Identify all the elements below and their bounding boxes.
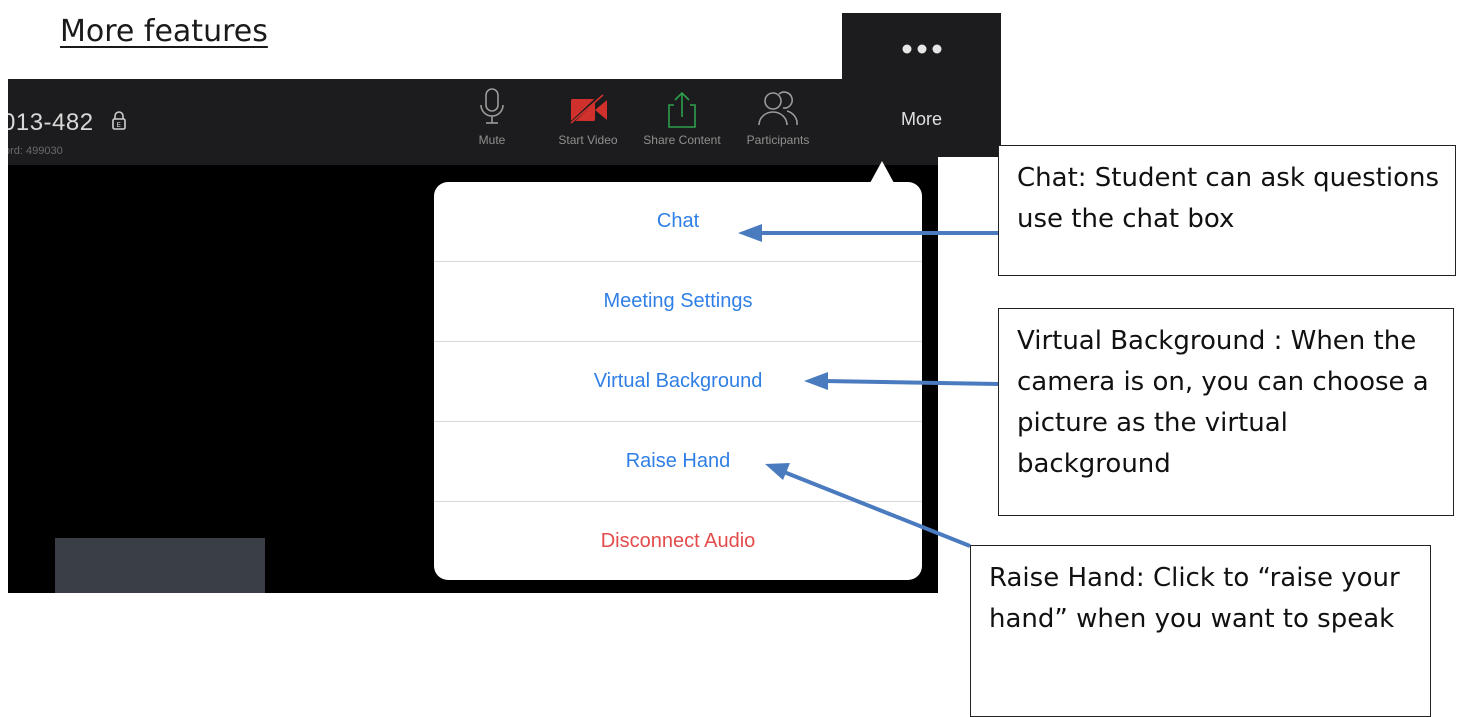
arrow-raise-hand [765, 463, 971, 548]
arrow-virtual-background [804, 372, 999, 390]
annotation-arrows [738, 224, 999, 548]
arrow-chat [738, 224, 998, 242]
